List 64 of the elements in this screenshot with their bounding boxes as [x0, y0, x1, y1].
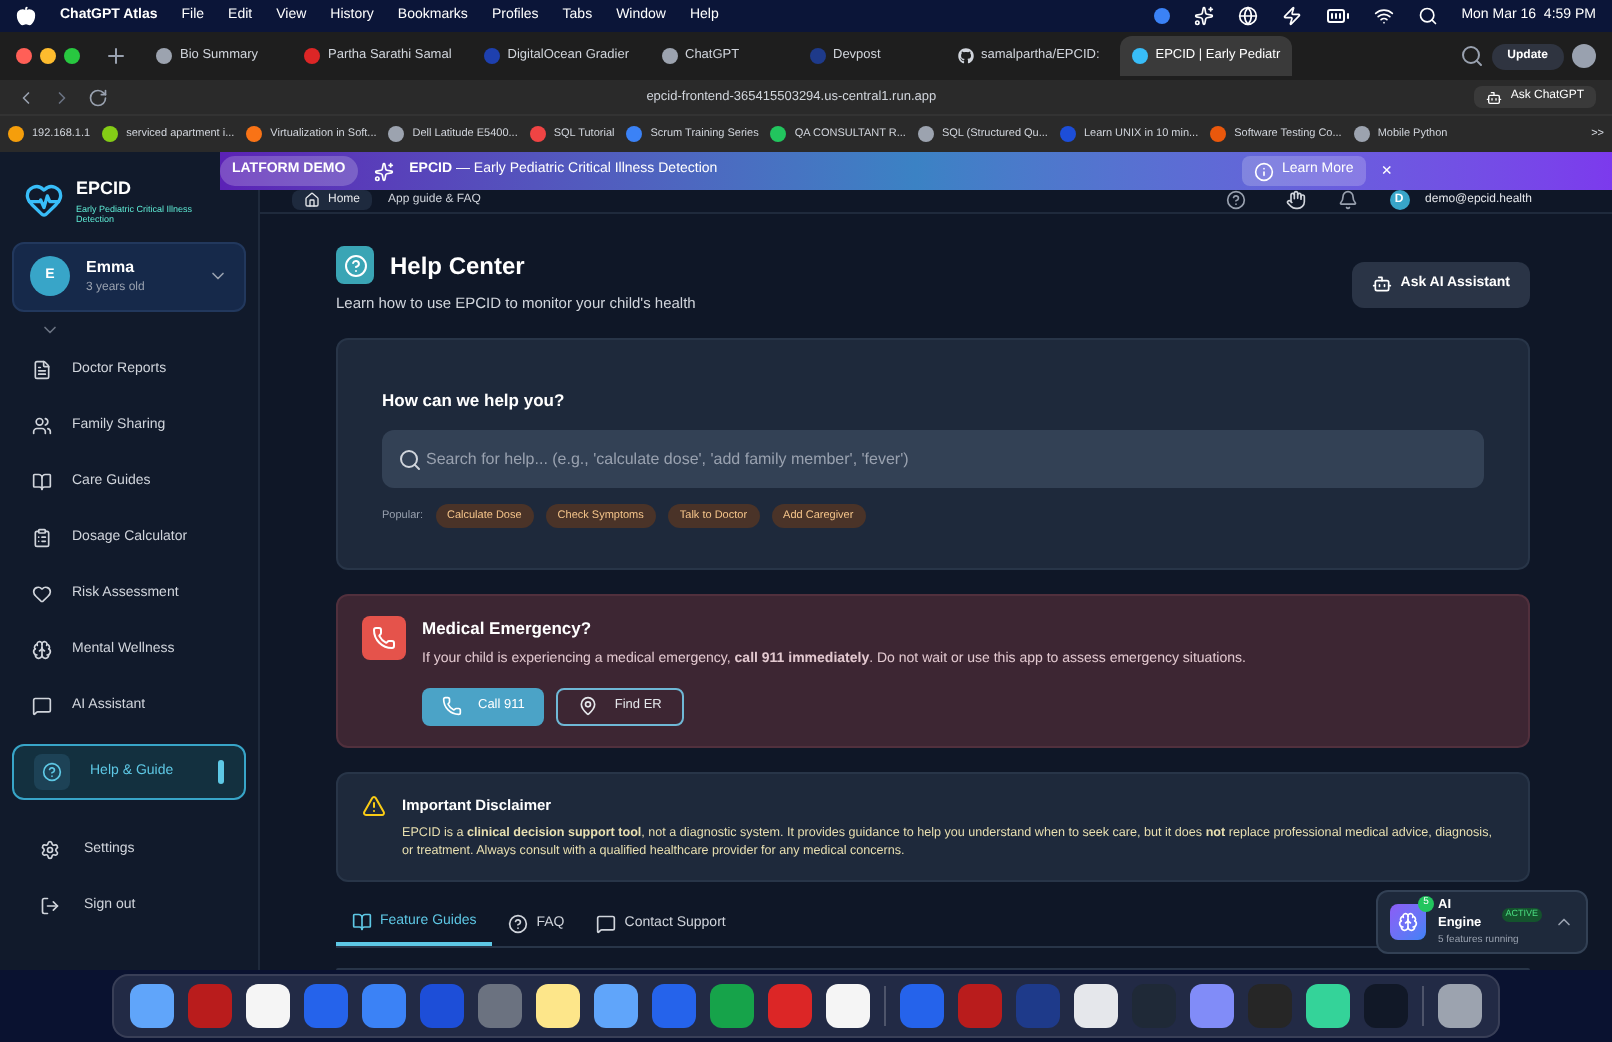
close-button[interactable]: × — [1381, 157, 1392, 185]
status-icon[interactable] — [1153, 8, 1170, 24]
avatar-icon[interactable] — [1572, 44, 1596, 68]
profile-name: Emma — [86, 255, 137, 280]
help-icon[interactable] — [1225, 190, 1246, 210]
people-icon — [32, 415, 52, 436]
app-icon[interactable] — [1306, 984, 1350, 1028]
window-controls[interactable] — [16, 48, 80, 64]
chat-icon — [32, 695, 52, 716]
brain-icon — [1398, 912, 1418, 932]
github-icon — [957, 48, 973, 64]
warning-icon — [362, 793, 386, 817]
search-heading: How can we help you? — [382, 388, 567, 414]
page-title: Help Center — [390, 249, 525, 283]
favicon-icon — [156, 48, 172, 64]
sign-out-icon — [40, 895, 60, 916]
hand-icon[interactable] — [1285, 190, 1306, 210]
new-tab-icon[interactable] — [104, 44, 128, 68]
emergency-title: Medical Emergency? — [422, 616, 594, 642]
search-icon — [398, 448, 422, 472]
apple-icon[interactable] — [16, 6, 36, 26]
search-field[interactable]: Search for help... (e.g., 'calculate dose', 'add family member', 'fever') — [382, 430, 1484, 488]
clipboard-icon — [32, 527, 52, 548]
search-icon[interactable] — [1459, 44, 1484, 68]
battery-icon[interactable] — [1325, 4, 1350, 28]
search-icon[interactable] — [1417, 6, 1438, 26]
bell-icon[interactable] — [1337, 190, 1358, 210]
document-icon — [32, 359, 52, 380]
app-icon[interactable] — [826, 984, 870, 1028]
reload-icon[interactable] — [88, 87, 108, 107]
brain-icon — [32, 639, 52, 660]
sparkle-icon — [373, 161, 394, 181]
help-icon — [336, 246, 374, 284]
app-icon[interactable] — [130, 984, 174, 1028]
home-icon — [304, 192, 320, 208]
phone-icon — [362, 616, 406, 661]
app-icon[interactable] — [1074, 984, 1118, 1028]
robot-icon — [1372, 274, 1393, 295]
chat-icon — [596, 914, 617, 934]
info-icon — [1253, 161, 1274, 181]
book-icon — [32, 471, 52, 492]
favicon-icon — [304, 48, 320, 64]
book-icon — [352, 912, 372, 932]
app-icon[interactable] — [594, 984, 638, 1028]
robot-icon — [1486, 89, 1503, 105]
help-icon — [34, 753, 70, 790]
settings-icon — [40, 839, 60, 860]
wifi-icon[interactable] — [1373, 6, 1394, 26]
favicon-icon — [483, 48, 500, 64]
heart-pulse-logo-icon — [24, 180, 64, 221]
logo-text: EPCID — [76, 176, 134, 202]
favicon-icon — [809, 48, 825, 64]
help-icon — [508, 914, 529, 934]
app-icon[interactable] — [1438, 984, 1482, 1028]
app-icon[interactable] — [246, 984, 290, 1028]
bolt-icon[interactable] — [1281, 6, 1302, 26]
heart-icon — [32, 583, 52, 604]
phone-icon — [442, 696, 462, 716]
globe-icon[interactable] — [1237, 6, 1258, 26]
app-icon[interactable] — [536, 984, 580, 1028]
favicon-icon — [1131, 48, 1148, 64]
favicon-icon — [661, 48, 677, 64]
sparkle-icon[interactable] — [1193, 6, 1214, 26]
map-pin-icon — [578, 696, 599, 716]
